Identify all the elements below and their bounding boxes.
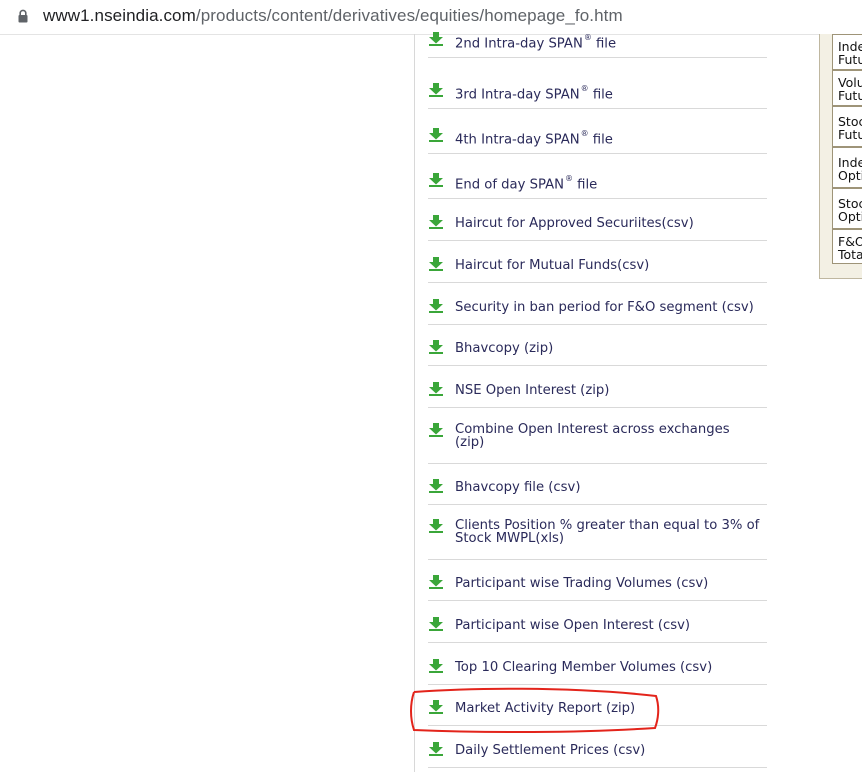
side-table-cell: IndeOpti xyxy=(832,147,862,188)
side-table-cell-line2: Futu xyxy=(838,52,862,67)
download-link-label[interactable]: Haircut for Approved Securiites(csv) xyxy=(455,215,694,231)
side-table-cell-line2: Futu xyxy=(838,88,862,103)
side-table-cell-line2: Tota xyxy=(838,246,862,262)
download-link-label[interactable]: Market Activity Report (zip) xyxy=(455,700,636,716)
download-arrow-icon xyxy=(429,700,443,714)
download-link-label[interactable]: End of day SPAN® file xyxy=(455,174,597,191)
registered-mark: ® xyxy=(564,174,573,183)
lock-icon[interactable] xyxy=(18,9,28,23)
download-link-item[interactable]: Top 10 Clearing Member Volumes (csv) xyxy=(428,650,767,685)
download-link-text: Haircut for Mutual Funds(csv) xyxy=(455,257,650,273)
download-link-item[interactable]: Haircut for Mutual Funds(csv) xyxy=(428,248,767,283)
download-link-text: Participant wise Trading Volumes (csv) xyxy=(455,575,709,591)
download-link-label[interactable]: 4th Intra-day SPAN® file xyxy=(455,129,613,146)
download-arrow-icon xyxy=(429,659,443,673)
download-arrow-icon xyxy=(429,575,443,589)
download-arrow-icon xyxy=(429,257,443,271)
download-link-item[interactable]: Market Activity Report (zip) xyxy=(428,691,767,726)
download-link-text-line2: (zip) xyxy=(455,435,485,450)
download-link-text: Participant wise Open Interest (csv) xyxy=(455,617,691,633)
download-arrow-icon xyxy=(429,340,443,354)
side-table-cell: StocOpti xyxy=(832,188,862,229)
download-arrow-icon xyxy=(429,519,443,533)
download-link-label[interactable]: Combine Open Interest across exchanges (z… xyxy=(455,423,730,449)
download-link-item[interactable]: 3rd Intra-day SPAN® file xyxy=(428,73,767,109)
download-link-text: Daily Settlement Prices (csv) xyxy=(455,742,646,758)
registered-mark: ® xyxy=(580,129,589,138)
registered-mark: ® xyxy=(583,33,592,42)
download-link-suffix: file xyxy=(572,177,598,193)
download-arrow-icon xyxy=(429,299,443,313)
download-link-text: Combine Open Interest across exchanges xyxy=(455,422,730,437)
download-link-label[interactable]: Participant wise Open Interest (csv) xyxy=(455,617,691,633)
download-link-text: Haircut for Approved Securiites(csv) xyxy=(455,215,694,231)
side-table-cell-line2: Futu xyxy=(838,126,862,142)
download-arrow-icon xyxy=(429,127,443,142)
download-link-label[interactable]: Clients Position % greater than equal to… xyxy=(455,519,759,545)
download-link-item[interactable]: End of day SPAN® file xyxy=(428,163,767,199)
side-table-cell: VoluFutu xyxy=(832,70,862,106)
download-link-item[interactable]: Bhavcopy (zip) xyxy=(428,331,767,366)
download-link-text: End of day SPAN xyxy=(455,177,564,193)
download-link-item[interactable]: Combine Open Interest across exchanges (z… xyxy=(428,415,767,464)
download-link-label[interactable]: Daily Settlement Prices (csv) xyxy=(455,742,646,758)
download-link-text: 3rd Intra-day SPAN xyxy=(455,87,580,103)
download-link-suffix: file xyxy=(588,87,613,103)
download-link-label[interactable]: 3rd Intra-day SPAN® file xyxy=(455,84,613,101)
download-arrow-icon xyxy=(429,31,443,46)
side-table-cell: F&OTota xyxy=(832,229,862,264)
download-link-label[interactable]: Bhavcopy (zip) xyxy=(455,340,554,356)
download-link-item[interactable]: Daily Settlement Prices (csv) xyxy=(428,733,767,768)
download-arrow-icon xyxy=(429,382,443,396)
download-arrow-icon xyxy=(429,479,443,493)
side-table-cell-line2: Opti xyxy=(838,208,862,224)
download-link-label[interactable]: Security in ban period for F&O segment (… xyxy=(455,299,754,315)
download-arrow-icon xyxy=(429,215,443,229)
download-link-label[interactable]: NSE Open Interest (zip) xyxy=(455,382,610,398)
url-host: www1.nseindia.com xyxy=(43,6,196,25)
download-link-text: Security in ban period for F&O segment (… xyxy=(455,299,754,315)
download-arrow-icon xyxy=(429,617,443,631)
side-table-cell: IndeFutu xyxy=(832,34,862,70)
download-link-suffix: file xyxy=(588,132,613,148)
download-arrow-icon xyxy=(429,742,443,756)
download-link-text: 2nd Intra-day SPAN xyxy=(455,36,583,52)
side-table-cell-line1: Stoc xyxy=(838,113,862,129)
download-arrow-icon xyxy=(429,82,443,97)
download-link-item[interactable]: Haircut for Approved Securiites(csv) xyxy=(428,206,767,241)
download-link-item[interactable]: Bhavcopy file (csv) xyxy=(428,470,767,505)
download-link-text: Bhavcopy (zip) xyxy=(455,340,554,356)
download-link-label[interactable]: 2nd Intra-day SPAN® file xyxy=(455,33,616,50)
download-link-item[interactable]: 4th Intra-day SPAN® file xyxy=(428,118,767,154)
download-arrow-icon xyxy=(429,172,443,187)
download-link-text: Market Activity Report (zip) xyxy=(455,700,636,716)
download-link-item[interactable]: Security in ban period for F&O segment (… xyxy=(428,290,767,325)
download-link-text: NSE Open Interest (zip) xyxy=(455,382,610,398)
download-link-item[interactable]: 2nd Intra-day SPAN® file xyxy=(428,22,767,58)
download-link-label[interactable]: Bhavcopy file (csv) xyxy=(455,479,581,495)
download-link-item[interactable]: Participant wise Open Interest (csv) xyxy=(428,608,767,643)
download-link-label[interactable]: Haircut for Mutual Funds(csv) xyxy=(455,257,650,273)
download-link-label[interactable]: Participant wise Trading Volumes (csv) xyxy=(455,575,709,591)
side-table-cell-line1: F&O xyxy=(838,233,862,249)
download-link-item[interactable]: Participant wise Trading Volumes (csv) xyxy=(428,566,767,601)
side-table-cell-line1: Inde xyxy=(838,154,862,170)
download-link-label[interactable]: Top 10 Clearing Member Volumes (csv) xyxy=(455,659,713,675)
download-link-item[interactable]: NSE Open Interest (zip) xyxy=(428,373,767,408)
side-table-cell-line1: Stoc xyxy=(838,195,862,211)
download-link-suffix: file xyxy=(591,36,617,52)
side-table-cell-line2: Opti xyxy=(838,167,862,183)
download-arrow-icon xyxy=(429,423,443,437)
download-link-item[interactable]: Clients Position % greater than equal to… xyxy=(428,511,767,560)
column-divider xyxy=(414,34,415,772)
side-summary-table: IndeFutuVoluFutuStocFutuIndeOptiStocOpti… xyxy=(819,34,862,279)
download-link-text: Top 10 Clearing Member Volumes (csv) xyxy=(455,659,713,675)
download-link-text: 4th Intra-day SPAN xyxy=(455,132,580,148)
download-link-text-line2: Stock MWPL(xls) xyxy=(455,531,565,546)
registered-mark: ® xyxy=(580,84,589,93)
download-link-text: Bhavcopy file (csv) xyxy=(455,479,581,495)
side-table-cell: StocFutu xyxy=(832,106,862,147)
